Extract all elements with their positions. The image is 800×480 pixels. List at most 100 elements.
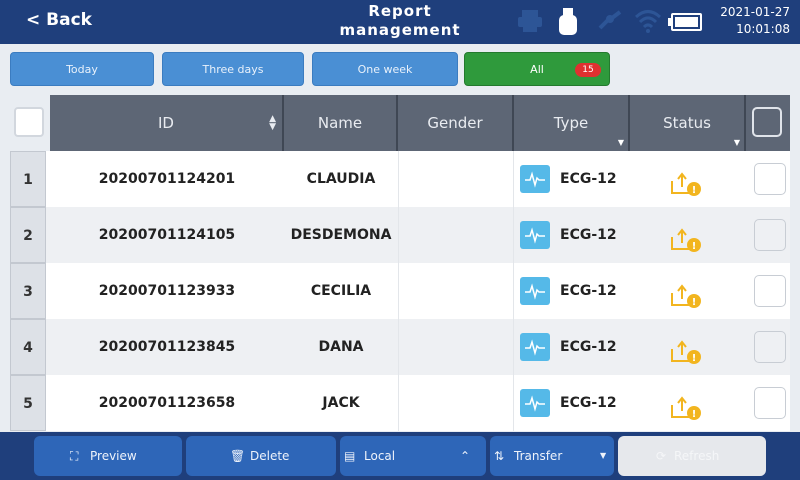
datetime: 2021-01-27 10:01:08 bbox=[720, 4, 790, 38]
upload-pending-icon: ! bbox=[668, 221, 702, 263]
row-type: ECG-12 bbox=[514, 319, 630, 375]
row-select-cell bbox=[746, 207, 790, 263]
upload-pending-icon: ! bbox=[668, 389, 702, 431]
preview-label: Preview bbox=[90, 449, 137, 463]
table-row[interactable]: 5 20200701123658 JACK ECG-12 ! bbox=[10, 375, 790, 431]
column-status[interactable]: Status ▼ bbox=[630, 95, 746, 151]
column-name-label: Name bbox=[317, 114, 363, 132]
row-type: ECG-12 bbox=[514, 375, 630, 431]
row-type-label: ECG-12 bbox=[560, 395, 617, 411]
row-status: ! bbox=[630, 207, 746, 263]
row-select-cell bbox=[746, 375, 790, 431]
document-icon: ▤ bbox=[344, 449, 356, 463]
refresh-icon: ⟳ bbox=[656, 449, 667, 463]
column-gender-label: Gender bbox=[427, 114, 483, 132]
filter-today-button[interactable]: Today bbox=[10, 52, 154, 86]
local-label: Local bbox=[364, 449, 396, 463]
row-name: DANA bbox=[318, 339, 364, 355]
battery-icon bbox=[668, 13, 702, 35]
row-number: 2 bbox=[10, 207, 46, 263]
row-status: ! bbox=[630, 319, 746, 375]
upload-pending-icon: ! bbox=[668, 277, 702, 319]
table-row[interactable]: 2 20200701124105 DESDEMONA ECG-12 ! bbox=[10, 207, 790, 263]
delete-button[interactable]: 🗑 Delete bbox=[186, 436, 336, 476]
row-number: 5 bbox=[10, 375, 46, 431]
preview-icon: ⛶ bbox=[70, 449, 79, 463]
upload-pending-icon: ! bbox=[668, 333, 702, 375]
svg-text:!: ! bbox=[692, 409, 697, 420]
back-button[interactable]: < Back bbox=[26, 10, 92, 30]
column-type[interactable]: Type ▼ bbox=[514, 95, 630, 151]
chevron-down-icon: ▼ bbox=[600, 451, 607, 460]
column-name: Name bbox=[284, 95, 398, 151]
row-type: ECG-12 bbox=[514, 263, 630, 319]
row-status: ! bbox=[630, 375, 746, 431]
row-status: ! bbox=[630, 151, 746, 207]
page-title-line1: Report bbox=[368, 2, 432, 20]
usb-icon bbox=[556, 8, 580, 40]
row-id: 20200701124201 bbox=[98, 171, 236, 187]
header-select-cell bbox=[10, 95, 50, 151]
date-text: 2021-01-27 bbox=[720, 5, 790, 19]
refresh-label: Refresh bbox=[674, 449, 720, 463]
row-gender bbox=[398, 319, 514, 375]
row-number: 3 bbox=[10, 263, 46, 319]
delete-label: Delete bbox=[250, 449, 290, 463]
wifi-icon bbox=[634, 8, 662, 38]
ecg-report-icon bbox=[520, 333, 550, 361]
transfer-icon: ⇅ bbox=[494, 449, 505, 463]
filter-all-label: All bbox=[530, 63, 544, 76]
select-all-right-checkbox[interactable] bbox=[752, 107, 782, 137]
page-title: Report management bbox=[320, 2, 480, 40]
table-row[interactable]: 3 20200701123933 CECILIA ECG-12 ! bbox=[10, 263, 790, 319]
row-checkbox[interactable] bbox=[754, 387, 786, 419]
select-all-checkbox[interactable] bbox=[14, 107, 44, 137]
type-dropdown-icon: ▼ bbox=[617, 138, 624, 147]
row-status: ! bbox=[630, 263, 746, 319]
row-name: CECILIA bbox=[310, 283, 372, 299]
row-checkbox[interactable] bbox=[754, 163, 786, 195]
svg-text:!: ! bbox=[692, 241, 697, 252]
row-name: JACK bbox=[322, 395, 360, 411]
column-status-label: Status bbox=[663, 114, 711, 132]
filter-all-button[interactable]: All 15 bbox=[464, 52, 610, 86]
row-type: ECG-12 bbox=[514, 151, 630, 207]
row-type-label: ECG-12 bbox=[560, 171, 617, 187]
row-checkbox[interactable] bbox=[754, 331, 786, 363]
trash-icon: 🗑 bbox=[230, 449, 246, 463]
row-type: ECG-12 bbox=[514, 207, 630, 263]
row-id: 20200701123933 bbox=[98, 283, 236, 299]
column-type-label: Type bbox=[553, 114, 589, 132]
bottom-toolbar: ⛶ Preview 🗑 Delete ▤ Local ⌃ ⇅ Transfer … bbox=[0, 432, 800, 480]
row-type-label: ECG-12 bbox=[560, 227, 617, 243]
row-checkbox[interactable] bbox=[754, 219, 786, 251]
upload-pending-icon: ! bbox=[668, 165, 702, 207]
filter-three-days-button[interactable]: Three days bbox=[162, 52, 304, 86]
preview-button[interactable]: ⛶ Preview bbox=[34, 436, 182, 476]
ecg-report-icon bbox=[520, 165, 550, 193]
local-dropdown-button[interactable]: ▤ Local ⌃ bbox=[340, 436, 486, 476]
row-gender bbox=[398, 375, 514, 431]
row-gender bbox=[398, 151, 514, 207]
row-name: DESDEMONA bbox=[290, 227, 392, 243]
refresh-button[interactable]: ⟳ Refresh bbox=[618, 436, 766, 476]
transfer-label: Transfer bbox=[514, 449, 563, 463]
row-checkbox[interactable] bbox=[754, 275, 786, 307]
row-id: 20200701123658 bbox=[98, 395, 236, 411]
printer-icon bbox=[516, 8, 544, 38]
row-type-label: ECG-12 bbox=[560, 283, 617, 299]
table-row[interactable]: 4 20200701123845 DANA ECG-12 ! bbox=[10, 319, 790, 375]
row-type-label: ECG-12 bbox=[560, 339, 617, 355]
svg-text:!: ! bbox=[692, 185, 697, 196]
sort-icon: ▲ ▼ bbox=[269, 114, 276, 132]
count-badge: 15 bbox=[575, 63, 601, 77]
transfer-dropdown-button[interactable]: ⇅ Transfer ▼ bbox=[490, 436, 614, 476]
row-gender bbox=[398, 263, 514, 319]
table-header: ID ▲ ▼ Name Gender Type ▼ Status ▼ bbox=[10, 95, 790, 151]
header-right-select-cell bbox=[746, 95, 790, 151]
column-id[interactable]: ID ▲ ▼ bbox=[50, 95, 284, 151]
ecg-report-icon bbox=[520, 389, 550, 417]
filter-bar: Today Three days One week All 15 bbox=[0, 52, 800, 88]
filter-one-week-button[interactable]: One week bbox=[312, 52, 458, 86]
table-row[interactable]: 1 20200701124201 CLAUDIA ECG-12 ! bbox=[10, 151, 790, 207]
